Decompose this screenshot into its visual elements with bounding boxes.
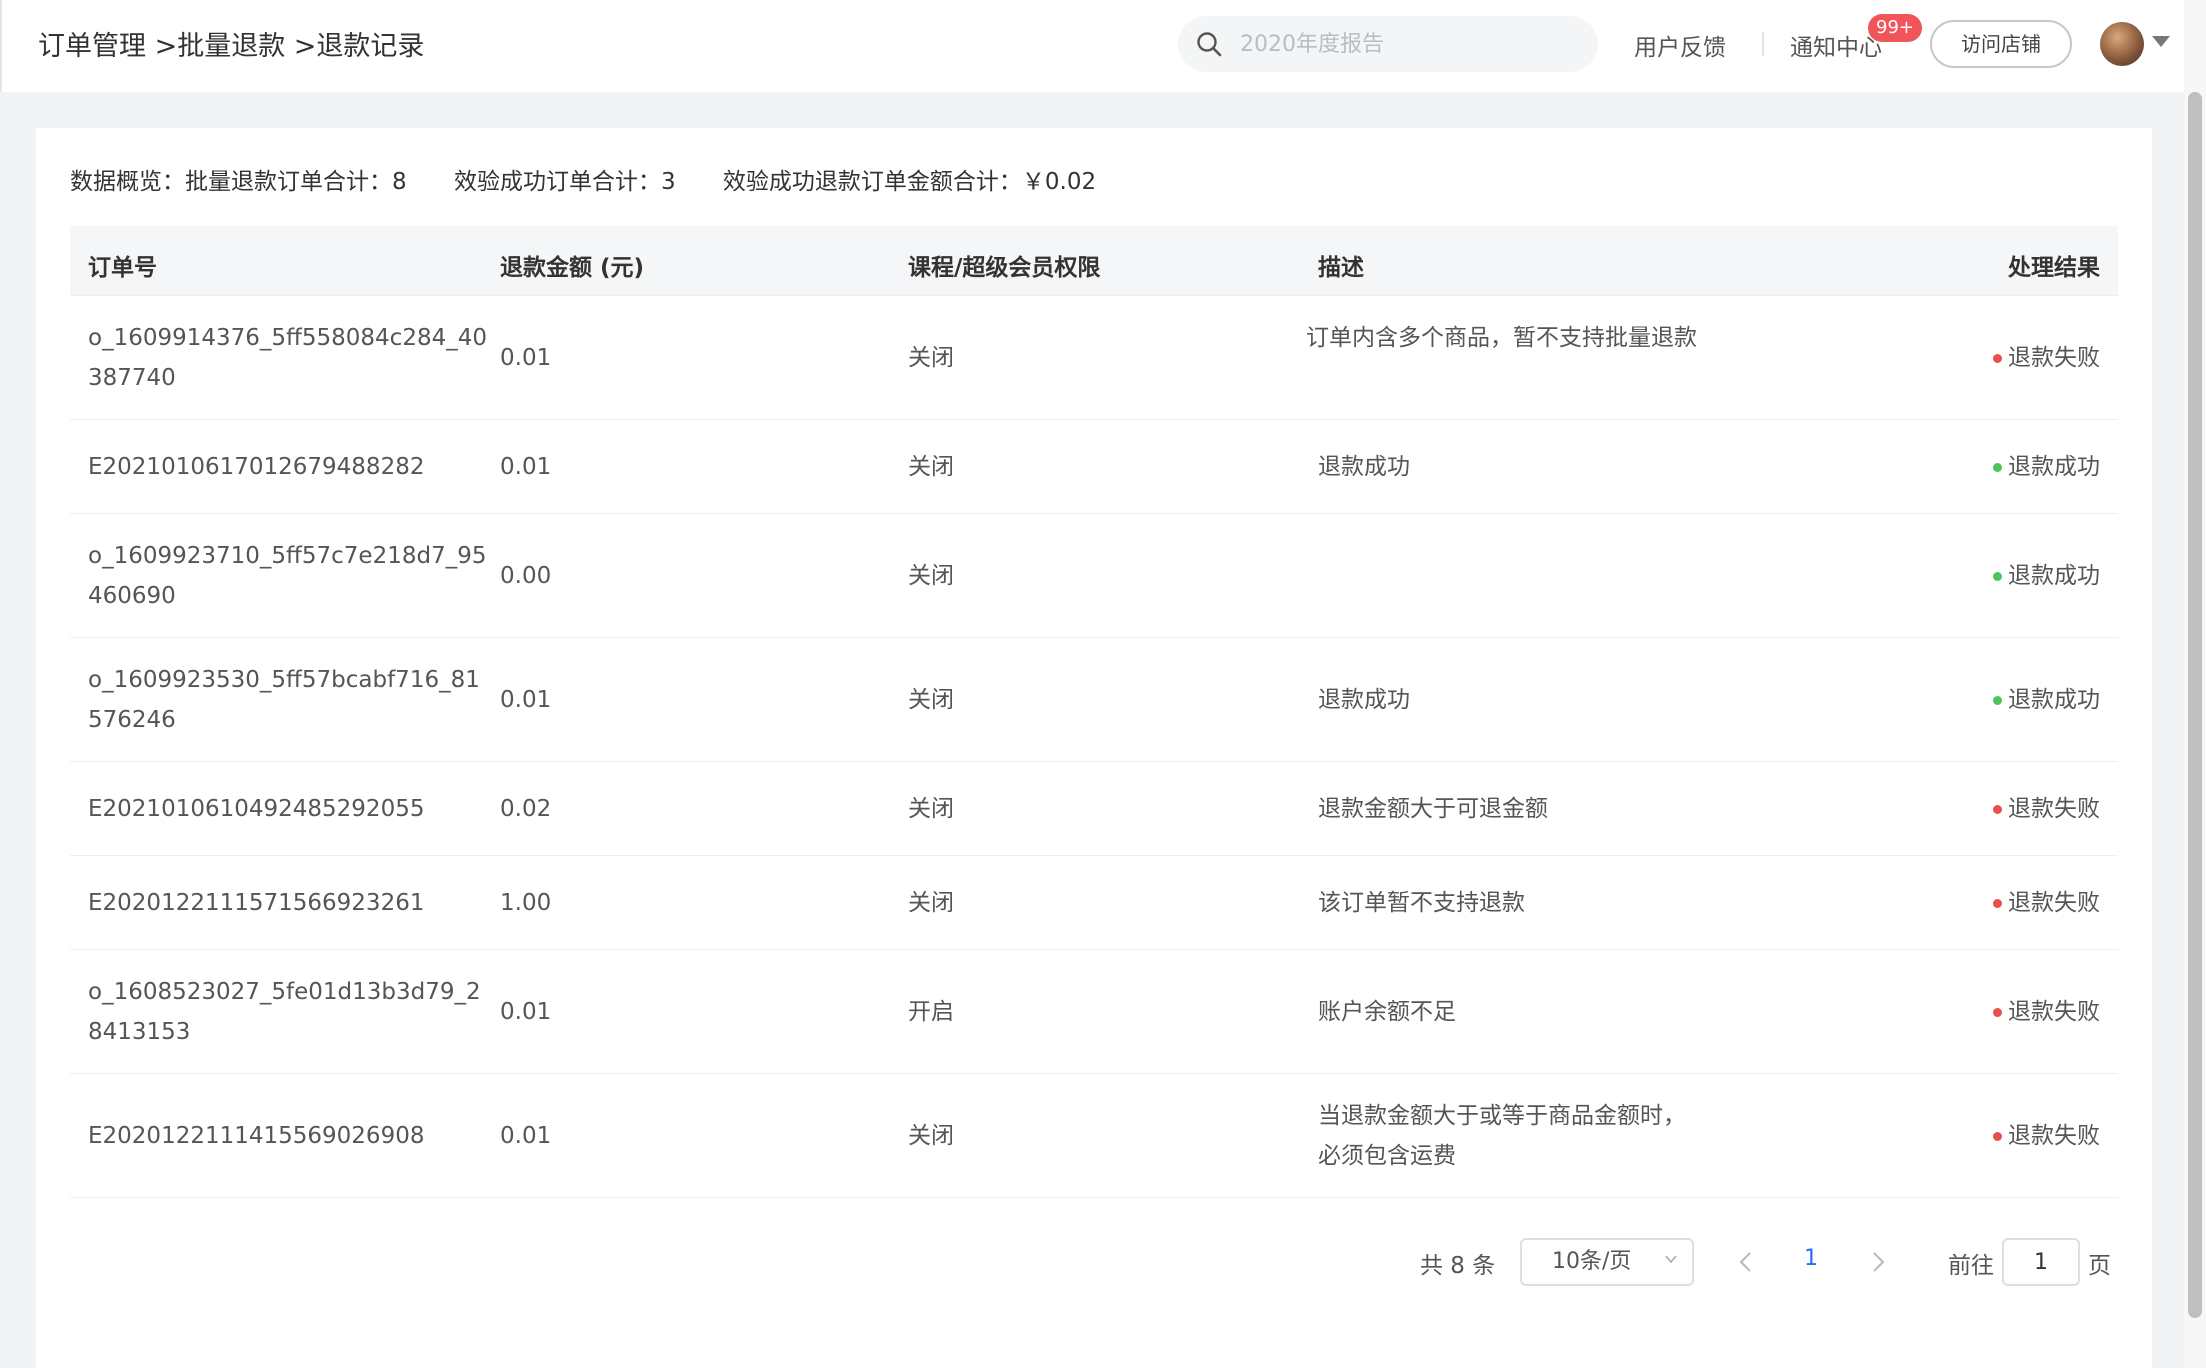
order-id-cell: E2021010617012679488282 [88, 454, 425, 480]
result-cell: 退款失败 [1993, 1116, 2100, 1156]
column-course-permission: 课程/超级会员权限 [908, 255, 1101, 281]
table-row: E2021010610492485292055 0.02 关闭 退款金额大于可退金额 退… [70, 762, 2118, 856]
course-permission-cell: 关闭 [908, 890, 954, 916]
description-cell: 退款金额大于可退金额 [1318, 796, 1548, 822]
course-permission-cell: 关闭 [908, 687, 954, 713]
order-id-cell: o_1609923710_5ff57c7e218d7_95460690 [88, 543, 487, 609]
refund-table: 订单号 退款金额 (元) 课程/超级会员权限 描述 处理结果 o_1609914… [70, 226, 2118, 1198]
result-cell: 退款成功 [1993, 556, 2100, 596]
search-icon [1197, 32, 1222, 57]
table-row: E2020122111415569026908 0.01 关闭 当退款金额大于或等于商… [70, 1074, 2118, 1198]
chevron-down-icon [1665, 1255, 1677, 1264]
caret-down-icon[interactable] [2152, 36, 2170, 47]
table-row: o_1609923710_5ff57c7e218d7_95460690 0.00 关… [70, 514, 2118, 638]
verified-success-total: 效验成功订单合计：3 [453, 169, 676, 195]
notification-badge: 99+ [1868, 14, 1922, 42]
order-id-cell: o_1608523027_5fe01d13b3d79_28413153 [88, 979, 481, 1045]
order-id-cell: o_1609914376_5ff558084c284_40387740 [88, 325, 487, 391]
description-cell: 退款成功 [1318, 687, 1410, 713]
result-label: 退款失败 [2008, 999, 2100, 1025]
order-id-cell: E2021010610492485292055 [88, 796, 425, 822]
scrollbar[interactable] [2188, 92, 2202, 1318]
search-box[interactable] [1178, 16, 1598, 72]
column-refund-amount: 退款金额 (元) [500, 255, 645, 281]
status-dot-icon [1993, 572, 2002, 581]
course-permission-cell: 关闭 [908, 796, 954, 822]
table-row: E2021010617012679488282 0.01 关闭 退款成功 退款成功 [70, 420, 2118, 514]
result-cell: 退款成功 [1993, 680, 2100, 720]
column-result: 处理结果 [2008, 255, 2100, 281]
data-summary: 数据概览：批量退款订单合计：8 效验成功订单合计：3 效验成功退款订单金额合计：… [70, 162, 1136, 196]
status-dot-icon [1993, 1008, 2002, 1017]
status-dot-icon [1993, 463, 2002, 472]
course-permission-cell: 关闭 [908, 454, 954, 480]
avatar[interactable] [2100, 22, 2144, 66]
status-dot-icon [1993, 899, 2002, 908]
result-cell: 退款失败 [1993, 789, 2100, 829]
next-page-icon[interactable] [1866, 1248, 1890, 1276]
page-number-current[interactable]: 1 [1804, 1246, 1818, 1271]
description-cell: 该订单暂不支持退款 [1318, 890, 1525, 916]
course-permission-cell: 关闭 [908, 1123, 954, 1149]
breadcrumb: 订单管理 >批量退款 >退款记录 [38, 31, 425, 62]
status-dot-icon [1993, 354, 2002, 363]
order-id-cell: o_1609923530_5ff57bcabf716_81576246 [88, 667, 480, 733]
table-row: o_1609914376_5ff558084c284_40387740 0.01 关… [70, 296, 2118, 420]
top-header: 订单管理 >批量退款 >退款记录 用户反馈 通知中心 99+ 访问店铺 [0, 0, 2206, 92]
refund-amount-cell: 0.01 [500, 687, 552, 713]
status-dot-icon [1993, 696, 2002, 705]
result-label: 退款成功 [2008, 454, 2100, 480]
verified-success-amount: 效验成功退款订单金额合计：￥0.02 [722, 169, 1097, 195]
result-label: 退款失败 [2008, 796, 2100, 822]
table-row: o_1609923530_5ff57bcabf716_81576246 0.01 关… [70, 638, 2118, 762]
goto-label: 前往 [1948, 1253, 1994, 1279]
result-cell: 退款成功 [1993, 447, 2100, 487]
table-row: o_1608523027_5fe01d13b3d79_28413153 0.01 开… [70, 950, 2118, 1074]
result-label: 退款失败 [2008, 1123, 2100, 1149]
batch-refund-total: 数据概览：批量退款订单合计：8 [70, 169, 407, 195]
refund-amount-cell: 0.01 [500, 345, 552, 371]
result-cell: 退款失败 [1993, 883, 2100, 923]
order-id-cell: E2020122111415569026908 [88, 1123, 425, 1149]
description-cell: 订单内含多个商品，暂不支持批量退款 [1306, 325, 1697, 351]
column-order-id: 订单号 [88, 255, 157, 281]
description-cell: 当退款金额大于或等于商品金额时，必须包含运费 [1318, 1103, 1686, 1169]
course-permission-cell: 关闭 [908, 563, 954, 589]
page-size-select[interactable]: 10条/页 [1520, 1238, 1694, 1286]
course-permission-cell: 开启 [908, 999, 954, 1025]
table-header: 订单号 退款金额 (元) 课程/超级会员权限 描述 处理结果 [70, 226, 2118, 296]
refund-amount-cell: 0.00 [500, 563, 552, 589]
result-label: 退款成功 [2008, 563, 2100, 589]
result-cell: 退款失败 [1993, 338, 2100, 378]
result-label: 退款失败 [2008, 890, 2100, 916]
description-cell: 账户余额不足 [1318, 999, 1456, 1025]
page-size-value: 10条/页 [1552, 1249, 1632, 1274]
prev-page-icon[interactable] [1734, 1248, 1758, 1276]
status-dot-icon [1993, 805, 2002, 814]
result-label: 退款成功 [2008, 687, 2100, 713]
refund-amount-cell: 0.01 [500, 999, 552, 1025]
refund-amount-cell: 0.01 [500, 1123, 552, 1149]
order-id-cell: E2020122111571566923261 [88, 890, 425, 916]
status-dot-icon [1993, 1132, 2002, 1141]
goto-page-input[interactable] [2002, 1238, 2080, 1286]
refund-amount-cell: 0.01 [500, 454, 552, 480]
refund-amount-cell: 1.00 [500, 890, 552, 916]
feedback-link[interactable]: 用户反馈 [1634, 28, 1726, 62]
visit-store-button[interactable]: 访问店铺 [1930, 20, 2072, 68]
table-body: o_1609914376_5ff558084c284_40387740 0.01 关… [70, 296, 2118, 1198]
column-description: 描述 [1318, 255, 1364, 281]
description-cell: 退款成功 [1318, 454, 1410, 480]
course-permission-cell: 关闭 [908, 345, 954, 371]
search-input[interactable] [1240, 24, 1580, 64]
header-divider [1762, 32, 1764, 56]
pagination-total: 共 8 条 [1420, 1253, 1496, 1279]
result-label: 退款失败 [2008, 345, 2100, 371]
page-suffix: 页 [2088, 1253, 2111, 1279]
table-row: E2020122111571566923261 1.00 关闭 该订单暂不支持退款 退款… [70, 856, 2118, 950]
refund-amount-cell: 0.02 [500, 796, 552, 822]
result-cell: 退款失败 [1993, 992, 2100, 1032]
